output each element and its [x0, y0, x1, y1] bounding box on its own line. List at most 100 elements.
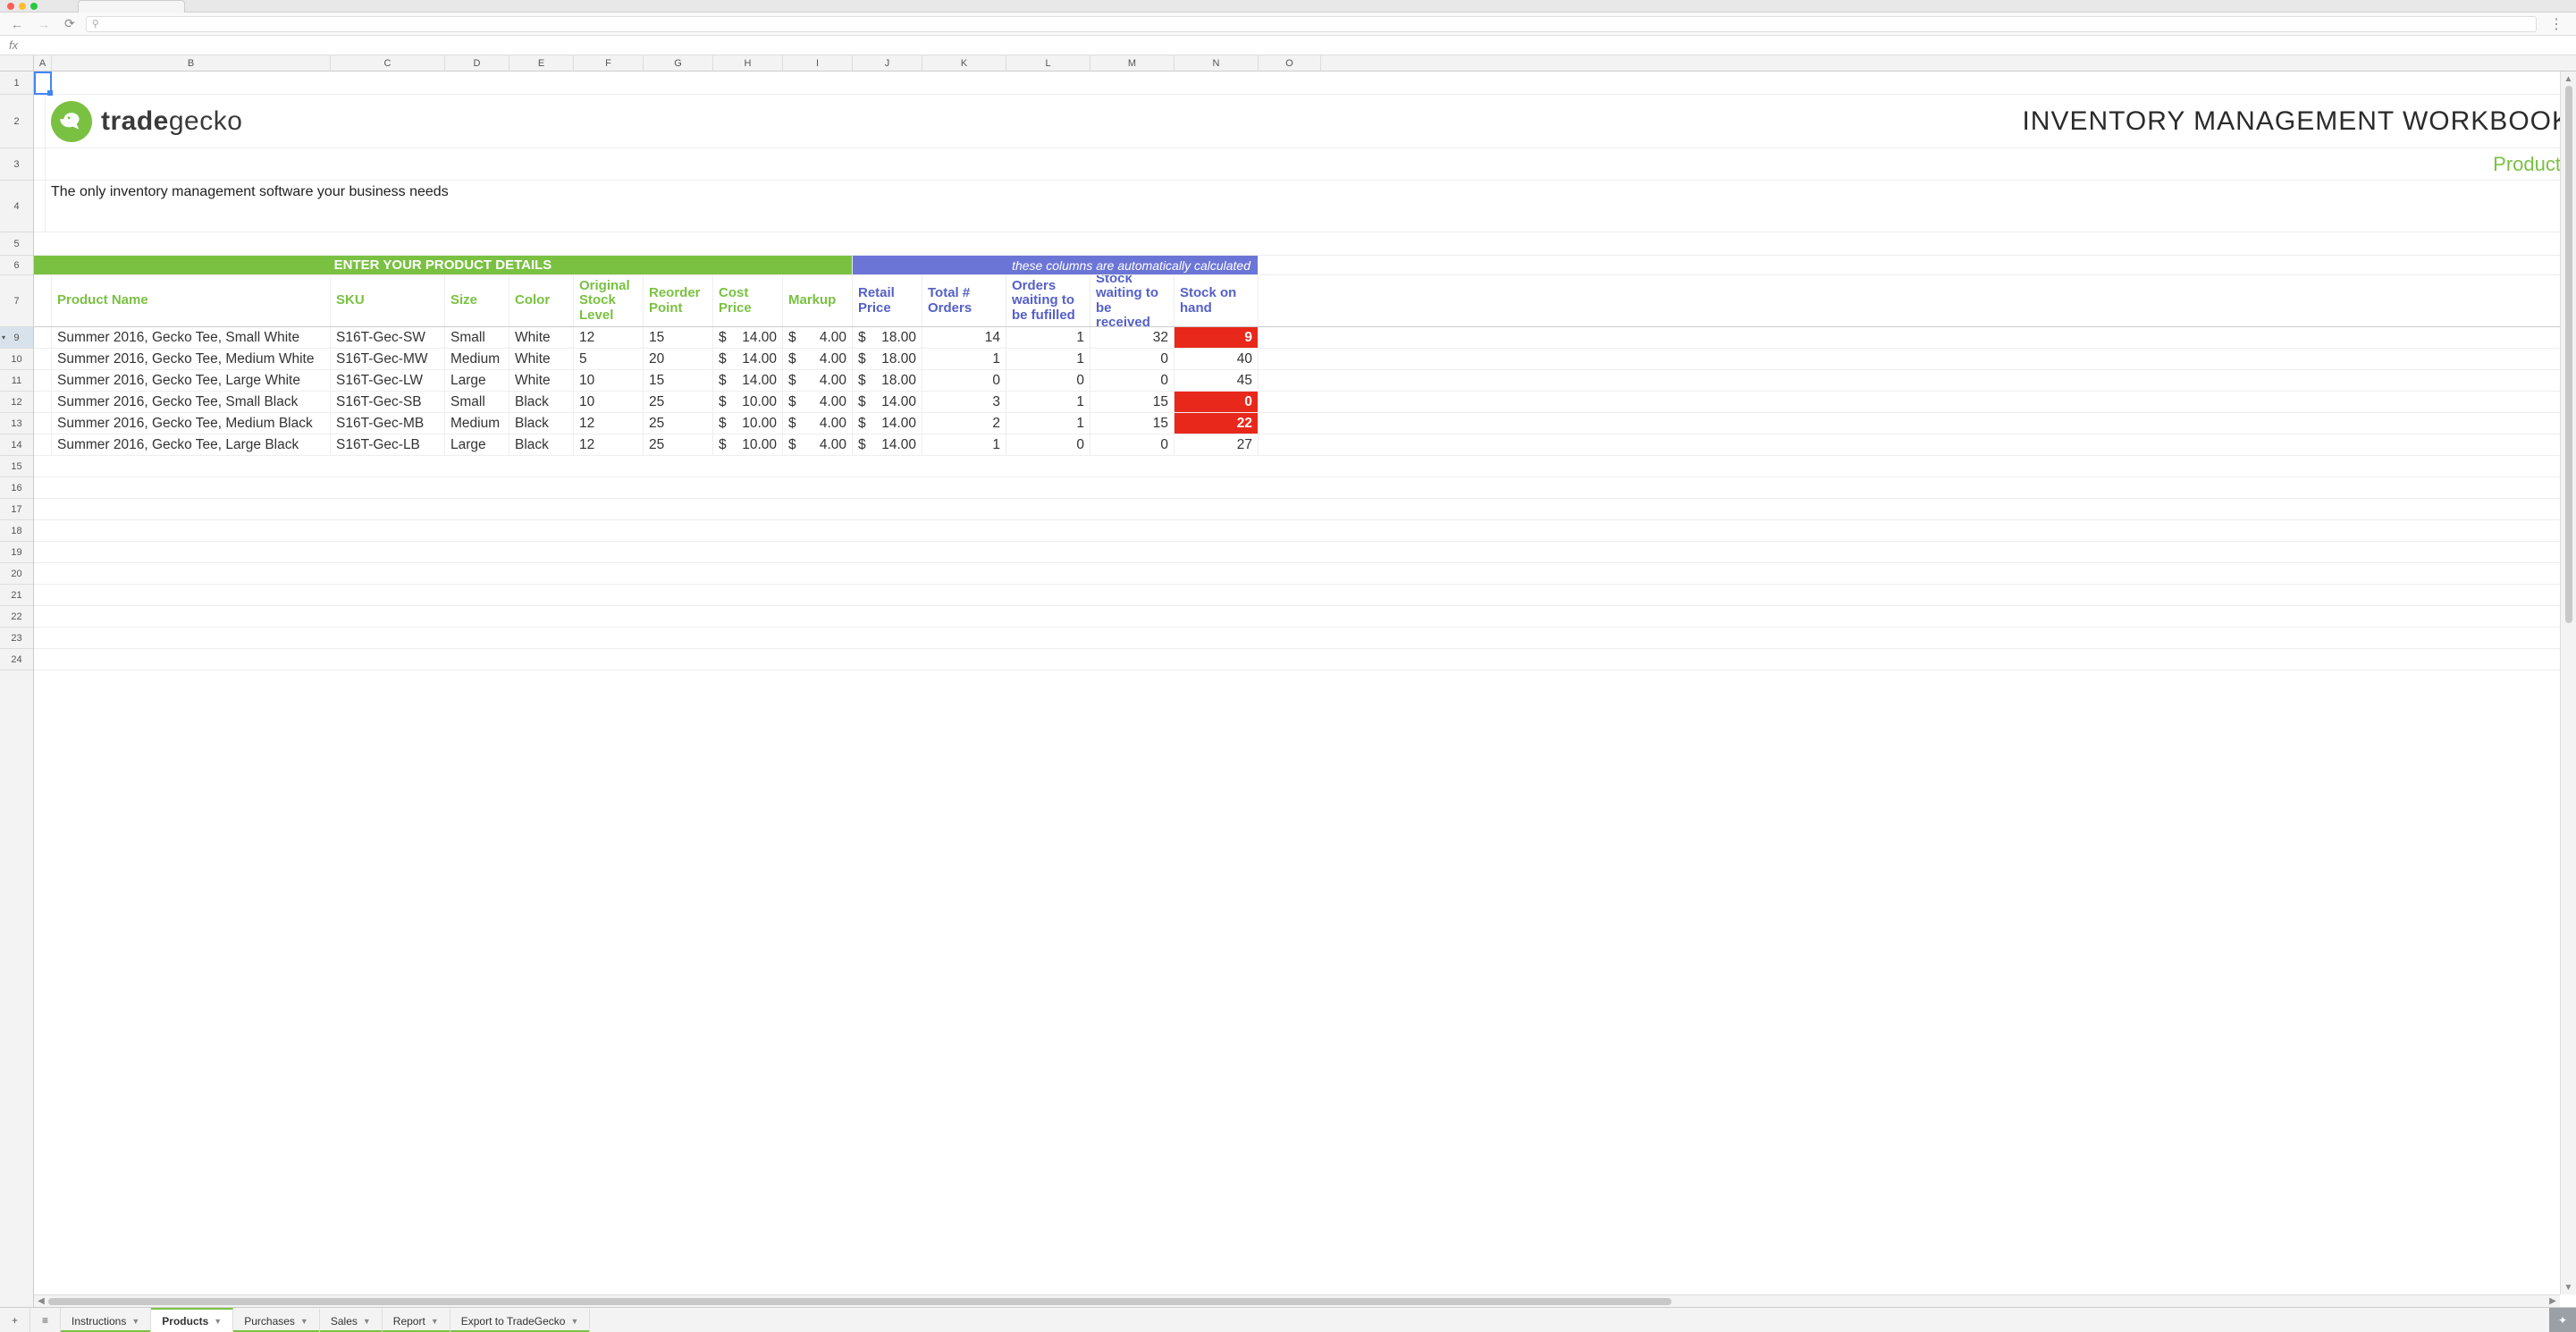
row-header[interactable]: 21 — [0, 585, 33, 606]
stock-on-hand-cell[interactable]: 22 — [1174, 413, 1259, 434]
forward-button[interactable]: → — [34, 17, 54, 31]
chevron-down-icon[interactable]: ▼ — [570, 1317, 578, 1326]
table-header-green[interactable]: Product Name — [52, 275, 331, 326]
chevron-down-icon[interactable]: ▼ — [431, 1317, 439, 1326]
chevron-down-icon[interactable]: ▼ — [131, 1317, 139, 1326]
row-header[interactable]: 10 — [0, 349, 33, 370]
table-header-green[interactable]: Markup — [783, 275, 853, 326]
waiting-receive-cell[interactable]: 32 — [1090, 327, 1174, 348]
cell[interactable] — [34, 95, 46, 148]
table-header-blue[interactable]: Total # Orders — [922, 275, 1006, 326]
product-name-cell[interactable]: Summer 2016, Gecko Tee, Small Black — [52, 392, 331, 412]
orders-cell[interactable]: 14 — [922, 327, 1006, 348]
orders-cell[interactable]: 0 — [922, 370, 1006, 391]
orders-cell[interactable]: 1 — [922, 434, 1006, 455]
row-header[interactable]: 4 — [0, 181, 33, 232]
orders-cell[interactable]: 1 — [922, 349, 1006, 369]
size-cell[interactable]: Medium — [445, 349, 509, 369]
column-header[interactable]: O — [1259, 55, 1321, 71]
row-header[interactable]: 16 — [0, 477, 33, 499]
money-cell[interactable]: $4.00 — [783, 413, 853, 434]
horizontal-scroll-thumb[interactable] — [48, 1298, 1671, 1305]
waiting-receive-cell[interactable]: 15 — [1090, 413, 1174, 434]
product-name-cell[interactable]: Summer 2016, Gecko Tee, Medium Black — [52, 413, 331, 434]
sheet-tab[interactable]: Export to TradeGecko▼ — [450, 1308, 591, 1332]
orig-stock-cell[interactable]: 12 — [574, 413, 644, 434]
money-cell[interactable]: $4.00 — [783, 349, 853, 369]
reorder-cell[interactable]: 15 — [644, 370, 713, 391]
column-header[interactable]: B — [52, 55, 331, 71]
explore-button[interactable]: ✦ — [2549, 1308, 2576, 1332]
row-header[interactable]: 2 — [0, 95, 33, 148]
tagline-cell[interactable]: The only inventory management software y… — [46, 181, 2576, 232]
color-cell[interactable]: White — [509, 349, 574, 369]
row-header[interactable]: 11 — [0, 370, 33, 392]
back-button[interactable]: ← — [7, 17, 27, 31]
column-header[interactable]: M — [1090, 55, 1174, 71]
waiting-fulfill-cell[interactable]: 0 — [1006, 434, 1090, 455]
reorder-cell[interactable]: 20 — [644, 349, 713, 369]
scroll-down-icon[interactable]: ▼ — [2564, 1280, 2573, 1294]
row-header[interactable]: 3 — [0, 148, 33, 181]
money-cell[interactable]: $10.00 — [713, 434, 783, 455]
color-cell[interactable]: Black — [509, 392, 574, 412]
row-header[interactable]: 13 — [0, 413, 33, 434]
color-cell[interactable]: Black — [509, 413, 574, 434]
stock-on-hand-cell[interactable]: 40 — [1174, 349, 1259, 369]
cell[interactable] — [34, 434, 52, 455]
row-header[interactable]: 9▾ — [0, 327, 33, 349]
row-header[interactable]: 6 — [0, 256, 33, 275]
cell[interactable] — [34, 349, 52, 369]
section-enter-details[interactable]: ENTER YOUR PRODUCT DETAILS — [34, 256, 853, 274]
reorder-cell[interactable]: 25 — [644, 392, 713, 412]
orig-stock-cell[interactable]: 12 — [574, 434, 644, 455]
money-cell[interactable]: $14.00 — [713, 327, 783, 348]
money-cell[interactable]: $14.00 — [853, 392, 922, 412]
table-header-green[interactable]: Reorder Point — [644, 275, 713, 326]
column-header[interactable]: I — [783, 55, 853, 71]
waiting-receive-cell[interactable]: 0 — [1090, 434, 1174, 455]
sheet-tab[interactable]: Sales▼ — [320, 1308, 383, 1332]
sku-cell[interactable]: S16T-Gec-SW — [331, 327, 445, 348]
product-name-cell[interactable]: Summer 2016, Gecko Tee, Small White — [52, 327, 331, 348]
column-header[interactable]: E — [509, 55, 574, 71]
sheet-tab[interactable]: Instructions▼ — [61, 1308, 151, 1332]
horizontal-scrollbar[interactable]: ◀ ▶ — [34, 1294, 2560, 1307]
browser-tab[interactable] — [78, 0, 185, 13]
column-header[interactable]: C — [331, 55, 445, 71]
table-header-blue[interactable]: Retail Price — [853, 275, 922, 326]
cell[interactable] — [34, 413, 52, 434]
page-title-cell[interactable]: INVENTORY MANAGEMENT WORKBOOK — [248, 95, 2576, 148]
window-minimize-icon[interactable] — [19, 3, 26, 10]
table-header-green[interactable]: Color — [509, 275, 574, 326]
table-header-blue[interactable]: Orders waiting to be fufilled — [1006, 275, 1090, 326]
waiting-receive-cell[interactable]: 0 — [1090, 370, 1174, 391]
table-header-green[interactable]: SKU — [331, 275, 445, 326]
row-header[interactable]: 23 — [0, 628, 33, 649]
color-cell[interactable]: White — [509, 370, 574, 391]
column-header[interactable]: F — [574, 55, 644, 71]
section-auto-calculated[interactable]: these columns are automatically calculat… — [853, 256, 1259, 274]
sku-cell[interactable]: S16T-Gec-MW — [331, 349, 445, 369]
orig-stock-cell[interactable]: 10 — [574, 392, 644, 412]
product-name-cell[interactable]: Summer 2016, Gecko Tee, Large White — [52, 370, 331, 391]
orig-stock-cell[interactable]: 12 — [574, 327, 644, 348]
product-name-cell[interactable]: Summer 2016, Gecko Tee, Medium White — [52, 349, 331, 369]
row-header[interactable]: 24 — [0, 649, 33, 670]
reorder-cell[interactable]: 25 — [644, 413, 713, 434]
select-all-corner[interactable] — [0, 55, 34, 71]
row-header[interactable]: 12 — [0, 392, 33, 413]
size-cell[interactable]: Large — [445, 434, 509, 455]
money-cell[interactable]: $10.00 — [713, 392, 783, 412]
money-cell[interactable]: $10.00 — [713, 413, 783, 434]
chevron-down-icon[interactable]: ▼ — [363, 1317, 371, 1326]
sheet-tab[interactable]: Products▼ — [151, 1308, 233, 1332]
row-header[interactable]: 19 — [0, 542, 33, 563]
column-header[interactable]: G — [644, 55, 713, 71]
scroll-left-icon[interactable]: ◀ — [34, 1295, 48, 1307]
orig-stock-cell[interactable]: 5 — [574, 349, 644, 369]
table-header-green[interactable]: Cost Price — [713, 275, 783, 326]
orig-stock-cell[interactable]: 10 — [574, 370, 644, 391]
stock-on-hand-cell[interactable]: 27 — [1174, 434, 1259, 455]
row-header[interactable]: 22 — [0, 606, 33, 628]
